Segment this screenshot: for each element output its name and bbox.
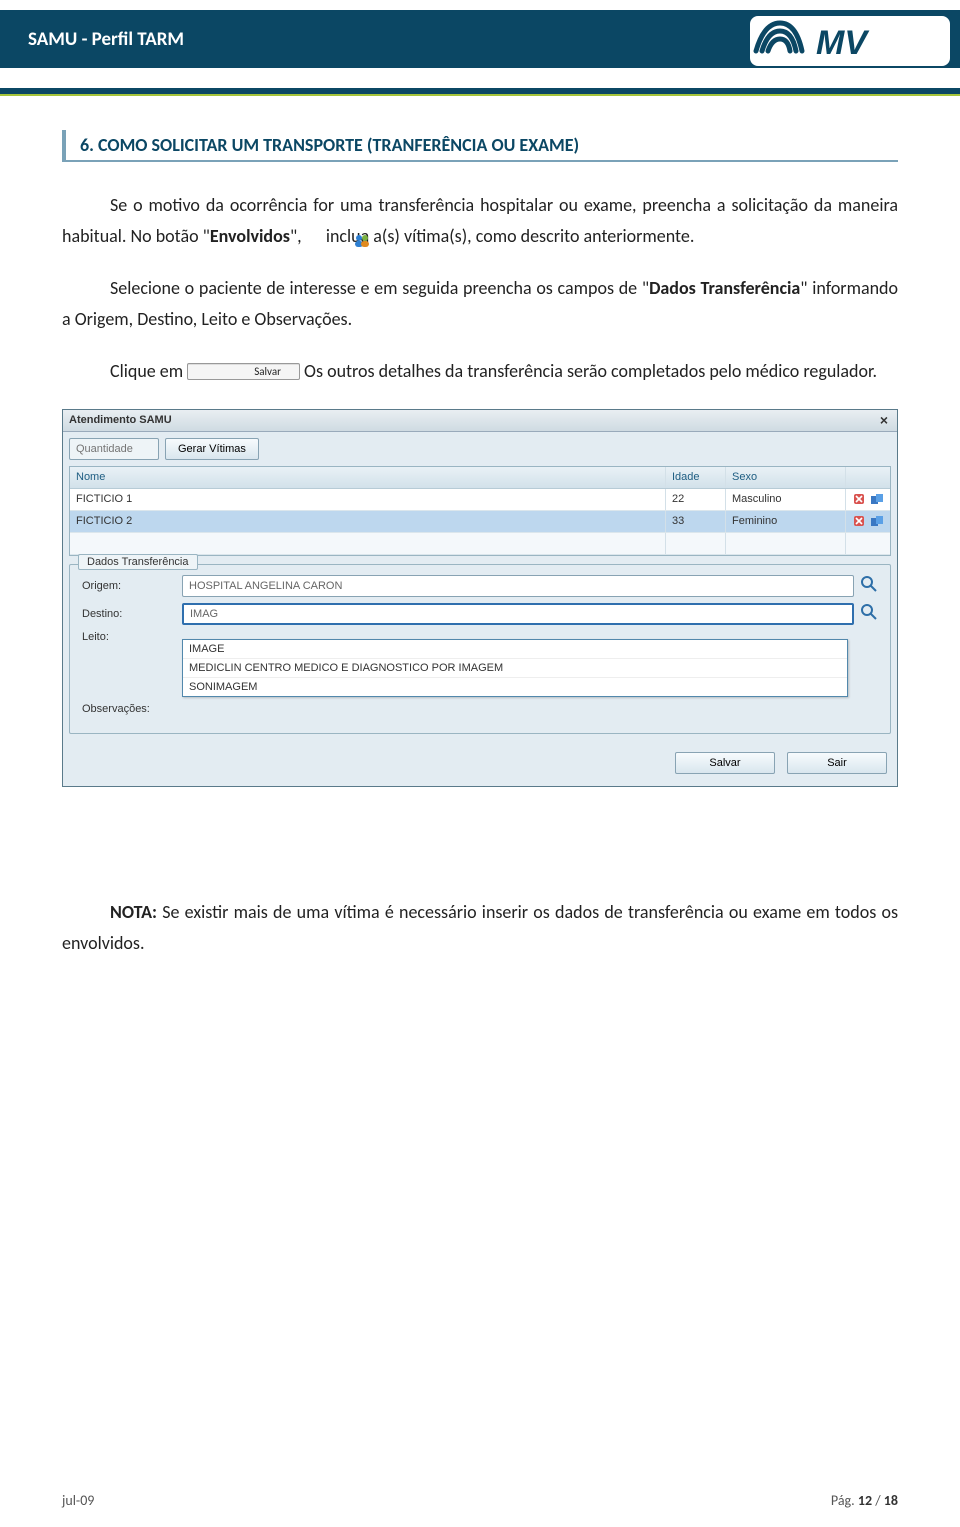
delete-row-icon[interactable]: [852, 514, 866, 528]
people-icon: [306, 228, 322, 244]
origem-input[interactable]: [182, 575, 854, 597]
edit-row-icon[interactable]: [870, 514, 884, 528]
app-titlebar: Atendimento SAMU ×: [63, 410, 897, 432]
search-icon[interactable]: [860, 575, 878, 596]
dropdown-item[interactable]: IMAGE: [183, 640, 847, 659]
footer-date: jul-09: [62, 1492, 94, 1509]
leito-label: Leito:: [82, 631, 182, 643]
table-row[interactable]: FICTICIO 1 22 Masculino: [70, 489, 890, 511]
accent-rule: [0, 88, 960, 96]
search-icon[interactable]: [860, 603, 878, 624]
salvar-button[interactable]: Salvar: [675, 752, 775, 774]
dropdown-item[interactable]: MEDICLIN CENTRO MEDICO E DIAGNOSTICO POR…: [183, 659, 847, 678]
doc-header: SAMU - Perfil TARM MV: [0, 0, 960, 68]
dropdown-item[interactable]: SONIMAGEM: [183, 678, 847, 696]
destino-dropdown[interactable]: IMAGE MEDICLIN CENTRO MEDICO E DIAGNOSTI…: [182, 639, 848, 697]
fieldset-legend: Dados Transferência: [78, 554, 198, 570]
table-row: [70, 533, 890, 555]
nota-paragraph: NOTA: Se existir mais de uma vítima é ne…: [62, 897, 898, 958]
grid-header: Nome Idade Sexo: [70, 467, 890, 489]
dados-transferencia-fieldset: Dados Transferência Origem: Destino:: [69, 564, 891, 734]
observacoes-label: Observações:: [82, 703, 182, 715]
quantidade-input[interactable]: [69, 438, 159, 460]
mv-logo: MV: [750, 16, 950, 66]
gerar-vitimas-button[interactable]: Gerar Vítimas: [165, 438, 259, 460]
section-heading: 6. COMO SOLICITAR UM TRANSPORTE (TRANFER…: [62, 130, 898, 162]
victims-grid: Nome Idade Sexo FICTICIO 1 22 Masculino: [69, 466, 891, 556]
col-idade: Idade: [666, 467, 726, 488]
paragraph-2: Selecione o paciente de interesse e em s…: [62, 273, 898, 334]
page-footer: jul-09 Pág. 12 / 18: [0, 1492, 960, 1509]
delete-row-icon[interactable]: [852, 492, 866, 506]
col-sexo: Sexo: [726, 467, 846, 488]
col-nome: Nome: [70, 467, 666, 488]
footer-page: Pág. 12 / 18: [831, 1492, 898, 1509]
app-window: Atendimento SAMU × Gerar Vítimas Nome Id…: [62, 409, 898, 787]
table-row[interactable]: FICTICIO 2 33 Feminino: [70, 511, 890, 533]
paragraph-3: Clique em Salvar Os outros detalhes da t…: [62, 356, 898, 387]
origem-label: Origem:: [82, 580, 182, 592]
app-title: Atendimento SAMU: [69, 414, 172, 426]
close-icon[interactable]: ×: [877, 413, 891, 427]
destino-input[interactable]: [182, 603, 854, 625]
doc-header-title: SAMU - Perfil TARM: [28, 28, 184, 51]
sair-button[interactable]: Sair: [787, 752, 887, 774]
edit-row-icon[interactable]: [870, 492, 884, 506]
svg-text:MV: MV: [816, 24, 870, 62]
paragraph-1: Se o motivo da ocorrência for uma transf…: [62, 190, 898, 251]
salvar-inline-button: Salvar: [187, 363, 300, 380]
destino-label: Destino:: [82, 608, 182, 620]
